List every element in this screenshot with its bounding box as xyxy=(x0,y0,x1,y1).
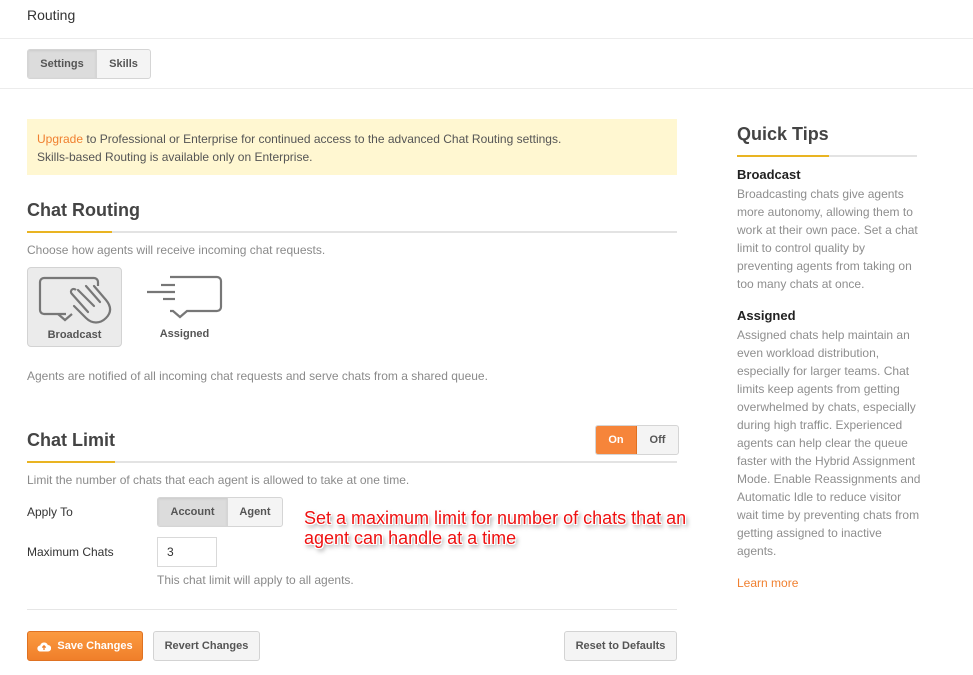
mode-broadcast[interactable]: Broadcast xyxy=(27,267,122,347)
apply-to-label: Apply To xyxy=(27,505,73,519)
toggle-on-button[interactable]: On xyxy=(596,426,637,454)
notice-line-2: Skills-based Routing is available only o… xyxy=(37,150,313,164)
actions-divider xyxy=(27,609,677,610)
tab-bar: Settings Skills xyxy=(0,39,973,89)
notice-line-1-text: to Professional or Enterprise for contin… xyxy=(83,132,562,146)
tip-assigned-heading: Assigned xyxy=(737,308,796,323)
learn-more-link[interactable]: Learn more xyxy=(737,576,798,590)
upgrade-link[interactable]: Upgrade xyxy=(37,132,83,146)
page-header: Routing xyxy=(0,0,973,39)
mode-description: Agents are notified of all incoming chat… xyxy=(27,369,488,383)
mode-broadcast-label: Broadcast xyxy=(47,329,102,341)
chat-limit-rule xyxy=(27,461,677,463)
chat-routing-rule xyxy=(27,231,677,233)
apply-to-segmented: Account Agent xyxy=(157,497,283,527)
page-title: Routing xyxy=(27,7,76,23)
maximum-chats-help: This chat limit will apply to all agents… xyxy=(157,573,354,587)
tab-skills[interactable]: Skills xyxy=(96,50,150,78)
save-changes-button[interactable]: Save Changes xyxy=(27,631,143,661)
annotation-callout: Set a maximum limit for number of chats … xyxy=(304,508,687,548)
chat-routing-description: Choose how agents will receive incoming … xyxy=(27,243,326,257)
save-changes-label: Save Changes xyxy=(57,640,133,652)
tabs: Settings Skills xyxy=(27,49,151,79)
quick-tips-rule xyxy=(737,155,917,157)
chat-limit-description: Limit the number of chats that each agen… xyxy=(27,473,410,487)
tip-broadcast-heading: Broadcast xyxy=(737,167,801,182)
notice-line-1: Upgrade to Professional or Enterprise fo… xyxy=(37,130,667,148)
tab-settings[interactable]: Settings xyxy=(28,50,96,78)
apply-to-account[interactable]: Account xyxy=(158,498,227,526)
chat-limit-title: Chat Limit xyxy=(27,430,115,450)
assigned-chat-icon xyxy=(147,275,223,319)
chat-limit-toggle: On Off xyxy=(595,425,679,455)
broadcast-hand-icon xyxy=(38,276,112,324)
mode-assigned[interactable]: Assigned xyxy=(137,267,232,347)
reset-defaults-button[interactable]: Reset to Defaults xyxy=(564,631,677,661)
quick-tips-title: Quick Tips xyxy=(737,124,829,144)
apply-to-agent[interactable]: Agent xyxy=(227,498,282,526)
mode-assigned-label: Assigned xyxy=(159,328,210,340)
revert-changes-button[interactable]: Revert Changes xyxy=(153,631,260,661)
cloud-upload-icon xyxy=(37,641,52,652)
tip-broadcast-body: Broadcasting chats give agents more auto… xyxy=(737,187,918,291)
toggle-off-button[interactable]: Off xyxy=(637,426,678,454)
upgrade-notice: Upgrade to Professional or Enterprise fo… xyxy=(27,119,677,175)
maximum-chats-label: Maximum Chats xyxy=(27,545,114,559)
chat-routing-title: Chat Routing xyxy=(27,200,140,220)
tip-assigned-body: Assigned chats help maintain an even wor… xyxy=(737,328,921,558)
maximum-chats-input[interactable] xyxy=(157,537,217,567)
